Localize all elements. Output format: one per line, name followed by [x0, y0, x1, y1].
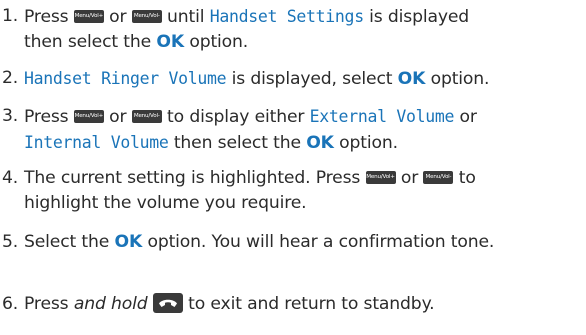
ok-option-label: OK — [306, 133, 334, 153]
menu-vol-plus-key-icon: Menu/Vol+ — [73, 110, 104, 123]
menu-vol-plus-key-icon: Menu/Vol+ — [73, 10, 104, 23]
step-number: 1. — [2, 6, 19, 26]
end-call-key-icon — [152, 293, 183, 313]
ok-option-label: OK — [156, 32, 185, 52]
lcd-text: Handset Settings — [209, 7, 364, 26]
ok-option-label: OK — [114, 232, 143, 252]
menu-vol-plus-key-icon: Menu/Vol+ — [365, 171, 396, 184]
menu-vol-minus-key-icon: Menu/Vol- — [131, 110, 162, 123]
ok-option-label: OK — [397, 69, 426, 89]
emphasis-text: and hold — [73, 294, 148, 314]
step-number: 6. — [2, 294, 19, 314]
lcd-text: Handset Ringer Volume — [24, 69, 227, 88]
step-number: 4. — [2, 168, 19, 188]
menu-vol-minus-key-icon: Menu/Vol- — [423, 171, 454, 184]
step-number: 3. — [2, 106, 19, 126]
lcd-text: Internal Volume — [24, 133, 169, 152]
step-number: 2. — [2, 68, 19, 88]
step-number: 5. — [2, 232, 19, 252]
lcd-text: External Volume — [309, 107, 455, 126]
menu-vol-minus-key-icon: Menu/Vol- — [131, 10, 162, 23]
